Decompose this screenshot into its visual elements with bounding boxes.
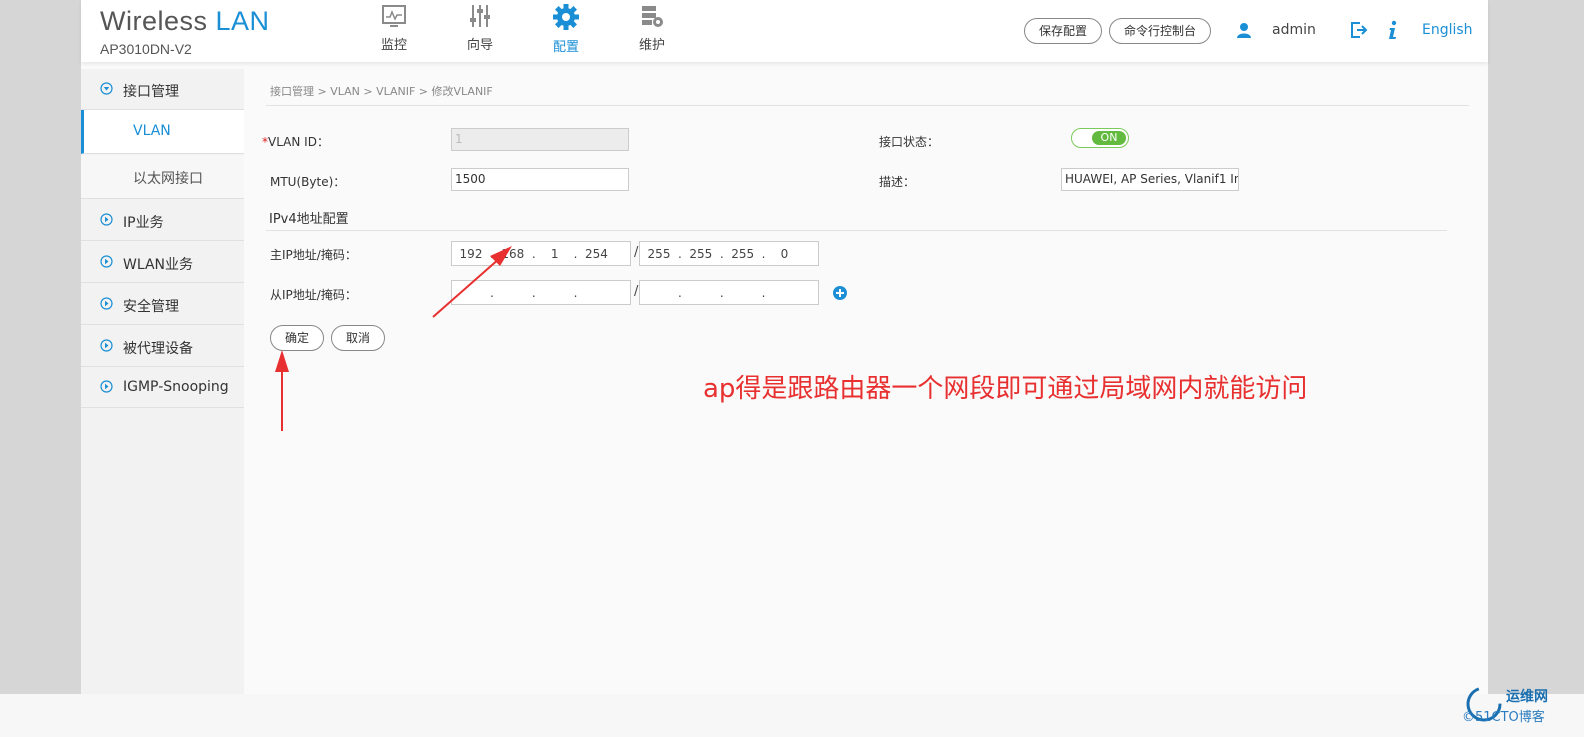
interface-status-label: 接口状态： bbox=[879, 135, 940, 149]
vlan-id-input[interactable]: 1 bbox=[451, 128, 629, 151]
chevron-right-circle-icon bbox=[100, 297, 113, 310]
ip-octet: 254 bbox=[585, 246, 608, 261]
chevron-right-circle-icon bbox=[100, 339, 113, 352]
sidebar-item-wlan-service[interactable]: WLAN业务 bbox=[81, 242, 244, 283]
ip-dot: . bbox=[531, 285, 536, 300]
primary-mask-input[interactable]: 255. 255. 255. 0 bbox=[639, 241, 819, 266]
description-label: 描述： bbox=[879, 175, 916, 189]
ip-octet: 1 bbox=[550, 246, 559, 261]
sidebar-item-label: IGMP-Snooping bbox=[123, 379, 229, 395]
user-icon bbox=[1237, 23, 1251, 38]
sidebar-item-vlan[interactable]: VLAN bbox=[81, 110, 244, 154]
sidebar-item-label: IP业务 bbox=[123, 215, 164, 231]
ip-dot: . bbox=[490, 285, 494, 300]
sidebar: 接口管理 VLAN 以太网接口 IP业务 WLAN业务 安全管理 被代理设备 I… bbox=[81, 69, 244, 694]
header: Wireless LAN AP3010DN-V2 监控 向导 配置 维护 保存配… bbox=[81, 0, 1488, 62]
app-window: Wireless LAN AP3010DN-V2 监控 向导 配置 维护 保存配… bbox=[81, 0, 1488, 694]
annotation-text: ap得是跟路由器一个网段即可通过局域网内就能访问 bbox=[703, 374, 1308, 404]
mask-octet: 255 bbox=[647, 246, 671, 261]
sidebar-item-ethernet[interactable]: 以太网接口 bbox=[81, 155, 244, 199]
ip-dot: . bbox=[719, 285, 724, 300]
chevron-right-circle-icon bbox=[100, 213, 113, 226]
ip-octet: 168 bbox=[501, 246, 525, 261]
ip-octet: 192 bbox=[459, 246, 483, 261]
nav-config-label: 配置 bbox=[552, 40, 579, 55]
interface-status-toggle[interactable]: ON bbox=[1071, 128, 1129, 148]
product-name: Wireless bbox=[100, 6, 208, 36]
sidebar-item-label: 安全管理 bbox=[123, 299, 179, 315]
monitor-icon bbox=[382, 5, 406, 27]
sidebar-item-interface-mgmt[interactable]: 接口管理 bbox=[81, 69, 244, 110]
logout-icon[interactable] bbox=[1350, 21, 1368, 39]
secondary-ip-input[interactable]: . . . bbox=[451, 280, 631, 305]
divider bbox=[266, 105, 1469, 106]
nav-maintenance-label: 维护 bbox=[638, 38, 665, 53]
mtu-label: MTU(Byte)： bbox=[270, 175, 346, 189]
description-input[interactable]: HUAWEI, AP Series, Vlanif1 Interface bbox=[1061, 168, 1239, 191]
vlan-id-label: *VLAN ID： bbox=[262, 133, 329, 150]
sliders-icon bbox=[470, 5, 490, 27]
chevron-right-circle-icon bbox=[100, 255, 113, 268]
gear-icon bbox=[553, 4, 579, 30]
nav-monitor-label: 监控 bbox=[380, 38, 407, 53]
toggle-knob: ON bbox=[1092, 131, 1126, 145]
ip-dot: . bbox=[761, 285, 766, 300]
primary-ip-input[interactable]: 192. 168. 1. 254 bbox=[451, 241, 631, 266]
mask-octet: 0 bbox=[780, 246, 789, 261]
product-title: Wireless LAN bbox=[100, 6, 270, 37]
breadcrumb: 接口管理 > VLAN > VLANIF > 修改VLANIF bbox=[270, 85, 493, 98]
sidebar-item-proxied-devices[interactable]: 被代理设备 bbox=[81, 326, 244, 367]
sidebar-item-security[interactable]: 安全管理 bbox=[81, 284, 244, 325]
watermark: 运维网 ©51CTO博客 bbox=[1462, 684, 1572, 730]
watermark-text: 运维网 bbox=[1506, 689, 1548, 705]
sidebar-item-label: WLAN业务 bbox=[123, 257, 194, 273]
save-config-button[interactable]: 保存配置 bbox=[1024, 18, 1103, 44]
primary-ip-label: 主IP地址/掩码： bbox=[270, 248, 357, 262]
secondary-mask-input[interactable]: . . . bbox=[639, 280, 819, 305]
sidebar-item-label: 接口管理 bbox=[123, 84, 179, 100]
cancel-button[interactable]: 取消 bbox=[331, 325, 386, 351]
sidebar-item-ip-service[interactable]: IP业务 bbox=[81, 200, 244, 241]
sidebar-item-label: 被代理设备 bbox=[123, 341, 193, 357]
nav-monitor[interactable]: 监控 bbox=[364, 4, 424, 53]
ip-dot: . bbox=[573, 285, 578, 300]
chevron-down-circle-icon bbox=[100, 82, 113, 95]
ipv4-section-title: IPv4地址配置 bbox=[269, 212, 349, 227]
chevron-right-circle-icon bbox=[100, 380, 113, 393]
secondary-ip-label: 从IP地址/掩码： bbox=[270, 288, 357, 302]
add-icon[interactable] bbox=[833, 286, 847, 300]
device-model: AP3010DN-V2 bbox=[100, 41, 192, 57]
divider bbox=[266, 230, 1447, 231]
mask-octet: 255 bbox=[689, 246, 713, 261]
nav-maintenance[interactable]: 维护 bbox=[622, 4, 682, 53]
ip-mask-separator: / bbox=[634, 284, 639, 299]
bottom-strip bbox=[0, 694, 1584, 737]
cli-console-button[interactable]: 命令行控制台 bbox=[1109, 18, 1212, 44]
nav-wizard-label: 向导 bbox=[466, 38, 493, 53]
sidebar-item-label: 以太网接口 bbox=[133, 171, 203, 187]
ok-button[interactable]: 确定 bbox=[270, 325, 325, 351]
ip-dot: . bbox=[678, 285, 682, 300]
vlan-id-label-text: VLAN ID： bbox=[268, 135, 329, 149]
info-icon[interactable] bbox=[1387, 20, 1399, 40]
product-accent: LAN bbox=[215, 6, 270, 36]
language-switch[interactable]: English bbox=[1422, 22, 1473, 38]
ip-mask-separator: / bbox=[634, 245, 639, 260]
mtu-input[interactable]: 1500 bbox=[451, 168, 629, 191]
nav-wizard[interactable]: 向导 bbox=[450, 4, 510, 53]
watermark-blog-text: ©51CTO博客 bbox=[1462, 710, 1545, 725]
username: admin bbox=[1272, 22, 1316, 38]
mask-octet: 255 bbox=[731, 246, 755, 261]
sidebar-item-igmp-snooping[interactable]: IGMP-Snooping bbox=[81, 367, 244, 408]
maintenance-icon bbox=[642, 6, 663, 27]
nav-config[interactable]: 配置 bbox=[536, 4, 596, 55]
sidebar-item-label: VLAN bbox=[133, 123, 171, 139]
